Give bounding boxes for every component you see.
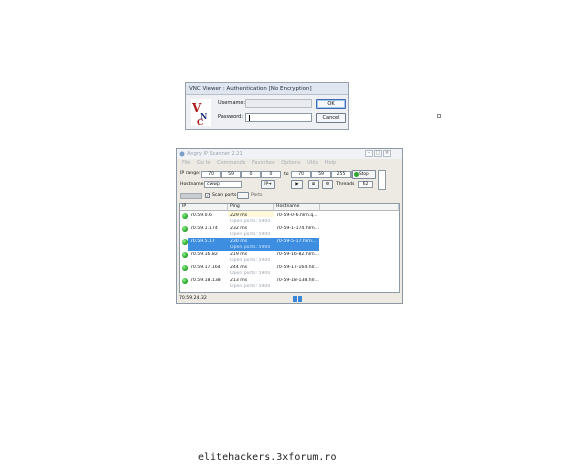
stop-status-icon [354, 172, 359, 177]
app-icon [179, 151, 185, 157]
cell-hostname: 70-59-18-138.hlr... [276, 278, 319, 283]
ip-range-label: IP range: [180, 171, 201, 176]
play-icon[interactable]: ▶ [291, 180, 303, 189]
hostname-field[interactable]: cwwp [204, 181, 242, 188]
cell-ping: 230 ms [230, 239, 248, 244]
alive-icon [182, 278, 188, 284]
progress-slot [180, 193, 202, 199]
cell-ports: Open ports: 5900 [230, 258, 271, 263]
menu-commands[interactable]: Commands [217, 159, 245, 168]
watermark-text: elitehackers.3xforum.ro [198, 452, 337, 463]
cell-ip: 70.59.16.82 [190, 252, 218, 257]
alive-icon [182, 239, 188, 245]
list-icon[interactable]: ≣ [308, 180, 319, 189]
column-header-ping[interactable]: Ping [228, 204, 274, 211]
table-row[interactable]: 70.59.0.6 229 ms Open ports: 5900 70-59-… [180, 212, 399, 225]
vnc-auth-dialog: VNC Viewer : Authentication [No Encrypti… [185, 82, 349, 130]
ip-up-button[interactable]: IP➔ [261, 180, 275, 189]
cell-hostname: 70-59-16-82.hlrn... [276, 252, 319, 257]
cell-ports: Open ports: 5900 [230, 232, 271, 237]
menu-favorites[interactable]: Favorites [252, 159, 275, 168]
ok-button[interactable]: OK [316, 99, 346, 109]
stray-mark [437, 114, 441, 118]
results-table: IP Ping Hostname 70.59.0.6 229 ms Open p… [179, 203, 400, 293]
to-label: to [284, 172, 289, 177]
cell-ports: Open ports: 5900 [230, 245, 271, 250]
table-row[interactable]: 70.59.1.174 232 ms Open ports: 5900 70-5… [180, 225, 399, 238]
scan-ports-label: Scan ports [212, 193, 237, 198]
ip-to-octet-1[interactable]: 70 [291, 171, 311, 178]
progress-block [293, 296, 297, 302]
cell-ping: 219 ms [230, 252, 248, 257]
menu-goto[interactable]: Go to [197, 159, 211, 168]
ip-from-octet-4[interactable]: 0 [261, 171, 281, 178]
cell-ip: 70.59.0.6 [190, 213, 212, 218]
vnc-dialog-title: VNC Viewer : Authentication [No Encrypti… [186, 83, 348, 95]
table-row[interactable]: 70.59.16.82 219 ms Open ports: 5900 70-5… [180, 251, 399, 264]
ip-to-octet-3[interactable]: 255 [331, 171, 351, 178]
ip-from-octet-3[interactable]: 0 [241, 171, 261, 178]
progress-block [298, 296, 302, 302]
vnc-logo-icon: V N C [191, 99, 211, 126]
table-row[interactable]: 70.59.17.164 244 ms Open ports: 5900 70-… [180, 264, 399, 277]
cell-hostname: 70-59-17-164.hlr... [276, 265, 319, 270]
ip-to-octet-2[interactable]: 59 [311, 171, 331, 178]
column-header-ip[interactable]: IP [180, 204, 228, 211]
threads-value: 62 [358, 181, 373, 188]
cell-ping: 232 ms [230, 226, 248, 231]
stop-button[interactable]: Stop [352, 170, 376, 179]
cell-ip: 70.59.17.164 [190, 265, 221, 270]
cell-ip: 70.59.18.138 [190, 278, 221, 283]
ports-label: Ports [251, 193, 263, 198]
cell-ping: 229 ms [230, 213, 248, 218]
cell-ping: 244 ms [230, 265, 248, 270]
svg-text:C: C [197, 117, 203, 126]
password-label: Password: [218, 114, 244, 120]
ip-button-label: IP [264, 182, 269, 187]
menu-bar: File Go to Commands Favorites Options Ut… [177, 159, 402, 168]
text-caret [249, 115, 250, 121]
close-button[interactable]: × [383, 150, 391, 157]
password-field[interactable] [245, 113, 312, 122]
column-header-hostname[interactable]: Hostname [274, 204, 320, 211]
ip-scanner-window: Angry IP Scanner 2.21 – □ × File Go to C… [176, 148, 403, 304]
username-label: Username: [218, 100, 246, 106]
status-current-ip: 70.59.24.32 [179, 296, 207, 301]
cell-hostname: 70-59-0-6.hlrn.q... [276, 213, 318, 218]
hostname-label: Hostname: [180, 182, 206, 187]
ip-from-octet-2[interactable]: 59 [221, 171, 241, 178]
username-field[interactable] [245, 99, 312, 108]
threads-label: Threads [336, 182, 355, 187]
cell-hostname: 70-59-5-17.hlrn... [276, 239, 317, 244]
menu-options[interactable]: Options [281, 159, 300, 168]
menu-file[interactable]: File [182, 159, 190, 168]
maximize-button[interactable]: □ [374, 150, 382, 157]
alive-icon [182, 265, 188, 271]
cell-ping: 213 ms [230, 278, 248, 283]
stop-label: Stop [359, 172, 369, 177]
scan-ports-checkbox[interactable]: ✓ [205, 193, 210, 198]
cancel-button[interactable]: Cancel [316, 113, 346, 123]
ip-from-octet-1[interactable]: 70 [201, 171, 221, 178]
cell-ports: Open ports: 5900 [230, 284, 271, 289]
menu-help[interactable]: Help [325, 159, 336, 168]
alive-icon [182, 226, 188, 232]
cell-ip: 70.59.1.174 [190, 226, 218, 231]
table-row[interactable]: 70.59.5.17 230 ms Open ports: 5900 70-59… [180, 238, 399, 251]
status-bar: 70.59.24.32 [177, 294, 402, 303]
cell-ports: Open ports: 5900 [230, 271, 271, 276]
alive-icon [182, 213, 188, 219]
column-header-blank [320, 204, 399, 211]
side-panel-toggle[interactable] [378, 170, 386, 190]
cell-ip: 70.59.5.17 [190, 239, 215, 244]
menu-utils[interactable]: Utils [307, 159, 318, 168]
ports-select-button[interactable] [237, 192, 249, 199]
alive-icon [182, 252, 188, 258]
options-icon[interactable]: ⚙ [322, 180, 333, 189]
table-row[interactable]: 70.59.18.138 213 ms Open ports: 5900 70-… [180, 277, 399, 290]
cell-hostname: 70-59-1-174.hlrn... [276, 226, 319, 231]
minimize-button[interactable]: – [365, 150, 373, 157]
cell-ports: Open ports: 5900 [230, 219, 271, 224]
